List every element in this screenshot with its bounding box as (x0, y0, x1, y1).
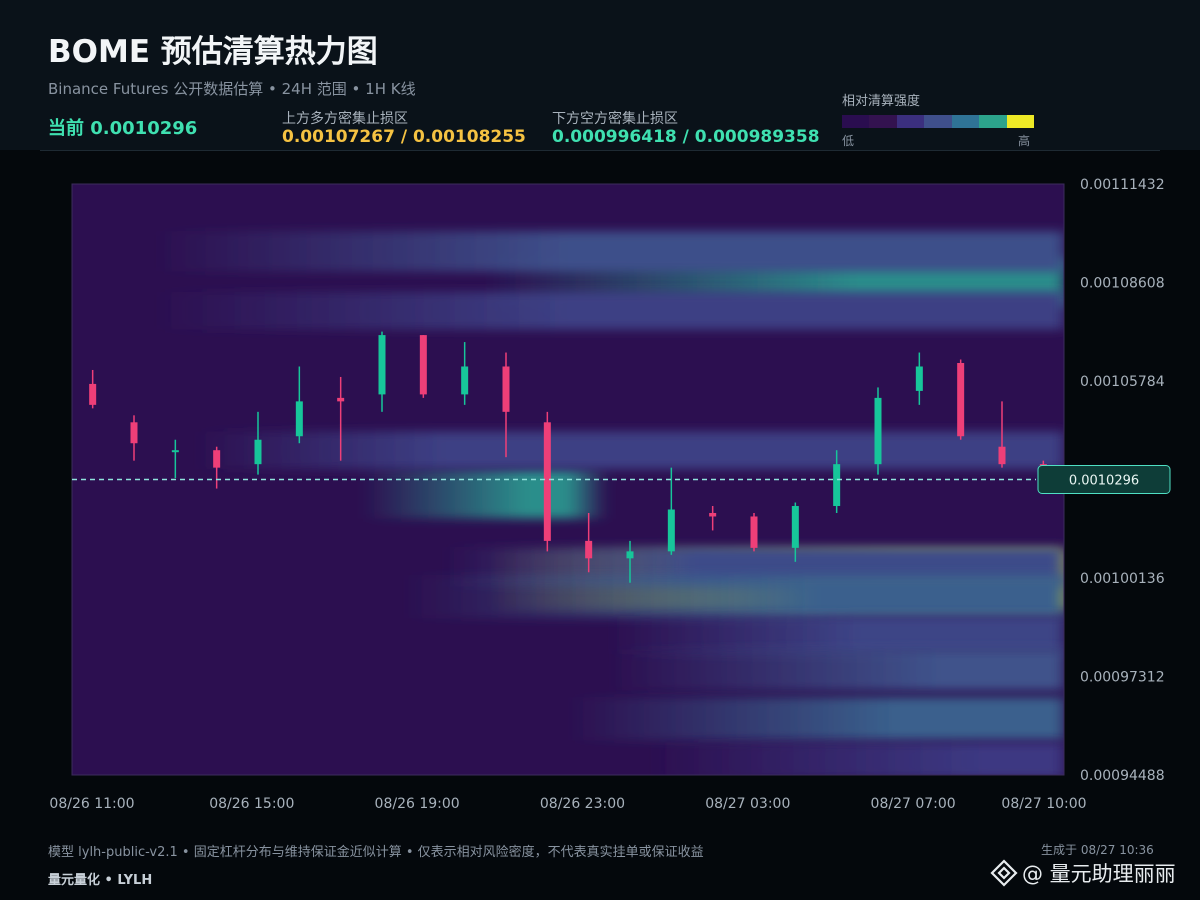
y-tick-label: 0.00111432 (1080, 177, 1165, 193)
x-tick-label: 08/27 07:00 (871, 796, 956, 812)
x-tick-label: 08/26 23:00 (540, 796, 625, 812)
candle-body (915, 366, 923, 391)
watermark-text: @ 量元助理丽丽 (1022, 862, 1176, 886)
candle-body (254, 439, 262, 465)
current-price-tag: 0.0010296 (1037, 465, 1171, 494)
candle-body (998, 446, 1006, 465)
candle (543, 411, 551, 552)
generated-timestamp: 生成于 08/27 10:36 (1041, 843, 1154, 857)
candle-body (337, 397, 345, 402)
candle-body (750, 516, 758, 548)
candle-body (89, 383, 97, 405)
heatmap-band (72, 697, 1064, 741)
candle-body (543, 422, 551, 541)
candle-body (957, 363, 965, 437)
heatmap-band (72, 231, 1064, 272)
candle-body (171, 450, 179, 453)
candle-body (502, 366, 510, 412)
candle-body (419, 335, 427, 395)
liquidation-heatmap-chart: 0.0010296 0.00111432 0.00108608 0.00105784… (49, 177, 1171, 812)
candle (957, 359, 965, 440)
footer-disclaimer: 模型 lylh-public-v2.1 • 固定杠杆分布与维持保证金近似计算 •… (48, 845, 704, 860)
candle-body (667, 509, 675, 552)
candle (419, 335, 427, 398)
x-axis: 08/26 11:00 08/26 15:00 08/26 19:00 08/26 2… (49, 796, 1086, 812)
watermark: @ 量元助理丽丽 (990, 858, 1176, 888)
candle-body (626, 551, 634, 559)
y-tick-label: 0.00097312 (1080, 670, 1165, 686)
x-tick-label: 08/26 19:00 (375, 796, 460, 812)
candle-body (378, 335, 386, 395)
x-tick-label: 08/26 15:00 (209, 796, 294, 812)
x-tick-label: 08/27 10:00 (1001, 796, 1086, 812)
candle (750, 512, 758, 552)
candle-body (585, 540, 593, 559)
y-tick-label: 0.00100136 (1080, 571, 1165, 587)
heatmap-band (72, 469, 1064, 519)
binance-diamond-icon (990, 859, 1018, 887)
heatmap-band (72, 575, 1064, 619)
heatmap-band (72, 291, 1064, 330)
y-tick-label: 0.00094488 (1080, 768, 1165, 784)
heatmap-band (72, 431, 1064, 470)
x-tick-label: 08/26 11:00 (49, 796, 134, 812)
candle-body (874, 397, 882, 465)
y-tick-label: 0.00105784 (1080, 374, 1165, 390)
heatmap-band (72, 615, 1064, 655)
candle-body (791, 506, 799, 548)
heatmap-band (72, 649, 1064, 691)
candle-body (709, 512, 717, 517)
y-tick-label: 0.00108608 (1080, 276, 1165, 292)
candle-body (130, 422, 138, 444)
footer-brand: 量元量化 • LYLH (48, 873, 153, 888)
candle-body (461, 366, 469, 395)
candle-body (833, 464, 841, 507)
candle (874, 387, 882, 475)
x-tick-label: 08/27 03:00 (705, 796, 790, 812)
candle-body (213, 450, 221, 468)
current-price-tag-label: 0.0010296 (1069, 474, 1139, 489)
candle-body (295, 401, 303, 437)
heatmap-band (72, 742, 1064, 775)
